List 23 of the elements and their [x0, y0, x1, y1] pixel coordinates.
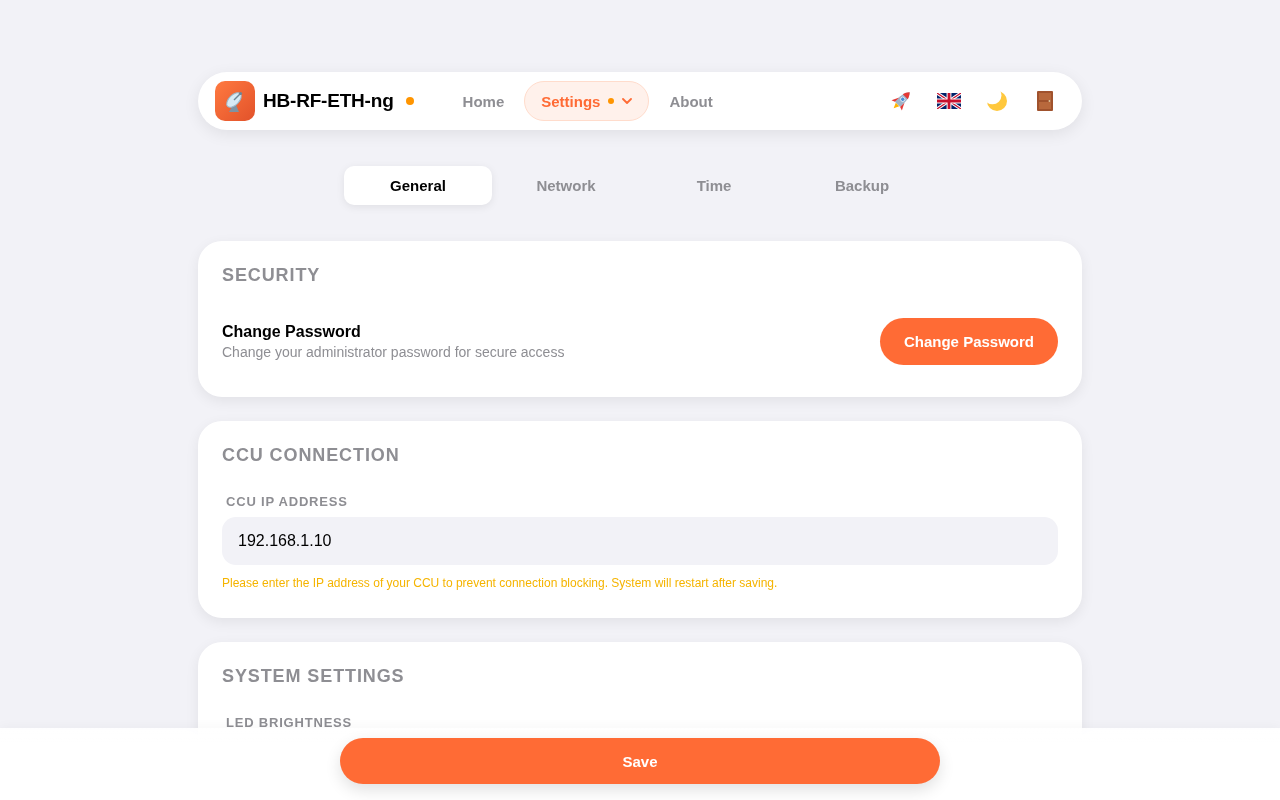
section-title: SECURITY [222, 265, 322, 285]
save-button[interactable]: Save [340, 738, 940, 784]
tab[interactable]: Time [640, 166, 788, 205]
nav-link[interactable]: About [652, 81, 730, 121]
section-title: SYSTEM SETTINGS [222, 666, 406, 686]
app-title: HB-RF-ETH-ng [263, 90, 394, 112]
field-label: CCU IP ADDRESS [226, 494, 349, 510]
section-title: CCU CONNECTION [222, 445, 401, 465]
change-password-button[interactable]: Change Password [879, 318, 1058, 365]
field-label: LED BRIGHTNESS [226, 715, 354, 731]
tab[interactable]: Network [492, 166, 640, 205]
setting-description: Change your administrator password for secure access [222, 342, 565, 361]
tab[interactable]: General [344, 166, 492, 205]
nav-link[interactable]: Settings [524, 81, 650, 121]
input-field[interactable]: 192.168.1.10 [222, 517, 1058, 565]
flag-icon[interactable] [937, 93, 961, 109]
hint-text: Please enter the IP address of your CCU to prevent connection blocking. System will restart after saving. [222, 576, 779, 590]
nav-link[interactable]: Home [445, 81, 522, 121]
chevron-down-icon [622, 98, 633, 104]
rocket-icon[interactable] [890, 90, 912, 112]
setting-title: Change Password [222, 322, 362, 341]
tab[interactable]: Backup [788, 166, 936, 205]
satellite-dish-icon [215, 81, 255, 121]
